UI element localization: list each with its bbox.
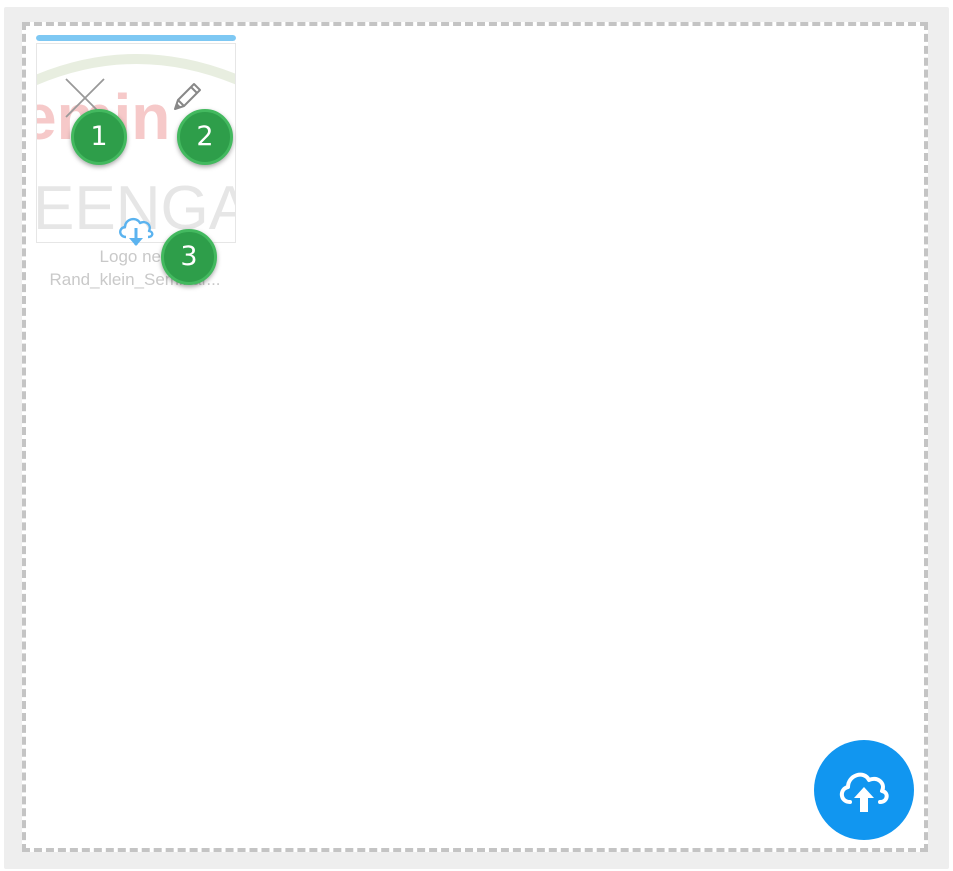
upload-button[interactable]: [814, 740, 914, 840]
cloud-download-icon[interactable]: [116, 213, 156, 249]
upload-progress-fill: [36, 35, 236, 41]
step-badge-2: 2: [177, 109, 233, 165]
upload-progress-bar: [36, 35, 236, 41]
step-badge-3: 3: [161, 229, 217, 285]
step-badge-1: 1: [71, 109, 127, 165]
cloud-upload-icon: [839, 772, 889, 812]
